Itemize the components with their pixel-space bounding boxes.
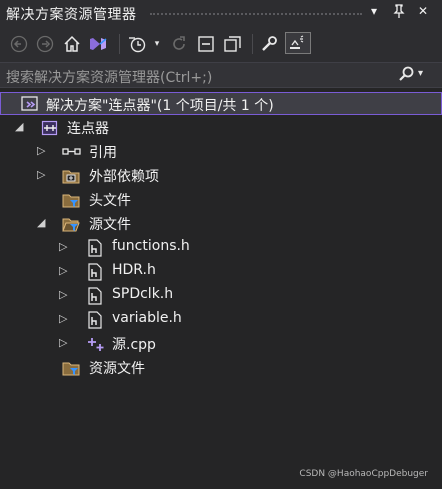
tree-item-header-files[interactable]: 头文件: [0, 188, 442, 211]
toolbar-separator: [252, 34, 253, 54]
tree-item-references[interactable]: ▷ 引用: [0, 140, 442, 163]
title-drag-grip[interactable]: [150, 13, 362, 15]
project-label: 连点器: [67, 121, 109, 137]
vs-switch-icon[interactable]: [87, 32, 111, 56]
properties-wrench-icon[interactable]: [257, 32, 281, 56]
window-menu-dropdown-icon[interactable]: ▾: [371, 4, 377, 18]
collapsed-arrow-icon[interactable]: ▷: [59, 336, 67, 349]
tree-item-solution[interactable]: 解决方案"连点器"(1 个项目/共 1 个): [0, 92, 442, 115]
file-label: variable.h: [112, 310, 182, 326]
back-icon[interactable]: [8, 32, 30, 56]
toolbar-separator: [119, 34, 120, 54]
external-dependencies-label: 外部依赖项: [89, 169, 159, 185]
show-all-files-icon[interactable]: [221, 32, 245, 56]
tree-item-external-dependencies[interactable]: ▷ 外部依赖项: [0, 164, 442, 187]
references-label: 引用: [89, 145, 117, 161]
collapsed-arrow-icon[interactable]: ▷: [59, 312, 67, 325]
collapsed-arrow-icon[interactable]: ▷: [59, 288, 67, 301]
window-title: 解决方案资源管理器: [6, 7, 137, 23]
resource-files-label: 资源文件: [89, 361, 145, 377]
solution-icon: [21, 95, 39, 113]
search-box[interactable]: 搜索解决方案资源管理器(Ctrl+;) ▾: [0, 62, 442, 88]
expanded-arrow-icon[interactable]: ◢: [37, 216, 45, 229]
tree-item-file[interactable]: ▷ 源.cpp: [0, 332, 442, 355]
tree-item-source-files[interactable]: ◢ 源文件: [0, 212, 442, 235]
search-icon[interactable]: [398, 66, 414, 86]
collapsed-arrow-icon[interactable]: ▷: [37, 144, 45, 157]
tree-item-file[interactable]: ▷ HDR.h: [0, 260, 442, 283]
external-dependencies-icon: [62, 167, 80, 185]
file-label: SPDclk.h: [112, 286, 174, 302]
header-file-icon: [86, 239, 104, 257]
history-dropdown-icon[interactable]: ▾: [152, 32, 162, 56]
filter-folder-icon: [62, 191, 80, 209]
file-label: 源.cpp: [112, 337, 156, 353]
close-icon[interactable]: ✕: [418, 4, 428, 18]
collapsed-arrow-icon[interactable]: ▷: [59, 264, 67, 277]
home-icon[interactable]: [61, 32, 83, 56]
search-options-dropdown-icon[interactable]: ▾: [418, 68, 423, 79]
forward-icon[interactable]: [34, 32, 56, 56]
header-file-icon: [86, 263, 104, 281]
tree-item-resource-files[interactable]: 资源文件: [0, 356, 442, 379]
tree-item-file[interactable]: ▷ variable.h: [0, 308, 442, 331]
open-filter-folder-icon: [62, 215, 80, 233]
collapse-all-icon[interactable]: [195, 32, 217, 56]
search-input[interactable]: 搜索解决方案资源管理器(Ctrl+;): [6, 67, 212, 87]
toolbar: ▾: [0, 26, 442, 62]
header-files-label: 头文件: [89, 193, 131, 209]
collapsed-arrow-icon[interactable]: ▷: [37, 168, 45, 181]
preview-selected-icon[interactable]: [285, 32, 311, 54]
tree-item-file[interactable]: ▷ functions.h: [0, 236, 442, 259]
project-icon: [41, 119, 59, 137]
history-icon[interactable]: [124, 32, 150, 56]
tree-item-project[interactable]: ◢ 连点器: [0, 116, 442, 139]
watermark: CSDN @HaohaoCppDebuger: [299, 469, 428, 479]
title-bar: 解决方案资源管理器 ▾ ✕: [0, 0, 442, 26]
file-label: functions.h: [112, 238, 190, 254]
source-files-label: 源文件: [89, 217, 131, 233]
filter-folder-icon: [62, 359, 80, 377]
header-file-icon: [86, 287, 104, 305]
expanded-arrow-icon[interactable]: ◢: [15, 120, 23, 133]
header-file-icon: [86, 311, 104, 329]
tree-item-file[interactable]: ▷ SPDclk.h: [0, 284, 442, 307]
pin-icon[interactable]: [393, 4, 405, 21]
refresh-icon[interactable]: [168, 32, 190, 56]
solution-label: 解决方案"连点器"(1 个项目/共 1 个): [46, 98, 274, 114]
file-label: HDR.h: [112, 262, 156, 278]
cpp-file-icon: [86, 335, 104, 353]
collapsed-arrow-icon[interactable]: ▷: [59, 240, 67, 253]
references-icon: [62, 143, 81, 161]
